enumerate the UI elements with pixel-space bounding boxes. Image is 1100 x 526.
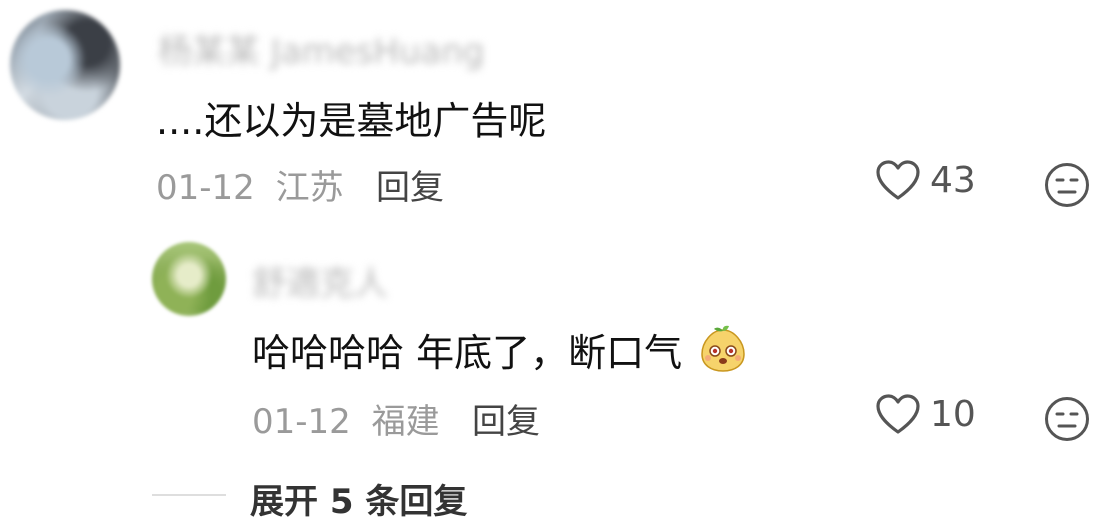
reply-like-count: 10 [930, 393, 976, 435]
reply-text-line[interactable]: 哈哈哈哈 年底了，断口气 [252, 322, 748, 377]
expand-divider [152, 494, 226, 496]
laughing-mango-emoji [701, 325, 745, 372]
reply-date: 01-12 [252, 402, 351, 442]
comment-meta: 01-12 江苏 [156, 160, 344, 209]
reply-reply-button[interactable]: 回复 [472, 394, 540, 443]
username[interactable]: 杨某某 JamesHuang [158, 24, 485, 73]
reply-text: 哈哈哈哈 年底了，断口气 [252, 331, 683, 375]
reply-button[interactable]: 回复 [376, 160, 444, 209]
comment-thread: 杨某某 JamesHuang ....还以为是墓地广告呢 01-12 江苏 回复… [0, 0, 1100, 526]
expand-replies-button[interactable]: 展开 5 条回复 [250, 474, 467, 523]
like-count: 43 [930, 159, 976, 201]
comment-location: 江苏 [275, 168, 344, 208]
like-button[interactable]: 43 [874, 158, 976, 202]
heart-outline-icon [876, 394, 920, 434]
heart-outline-icon [876, 160, 920, 200]
comment-date: 01-12 [156, 168, 255, 208]
neutral-face-icon[interactable] [1044, 162, 1090, 208]
reply-like-button[interactable]: 10 [874, 392, 976, 436]
reply-location: 福建 [371, 402, 440, 442]
comment-text[interactable]: ....还以为是墓地广告呢 [156, 90, 546, 145]
neutral-face-icon[interactable] [1044, 396, 1090, 442]
avatar[interactable] [10, 10, 120, 120]
reply-avatar[interactable] [152, 242, 226, 316]
reply-meta: 01-12 福建 [252, 394, 440, 443]
reply-username[interactable]: 舒適克人 [252, 256, 388, 305]
